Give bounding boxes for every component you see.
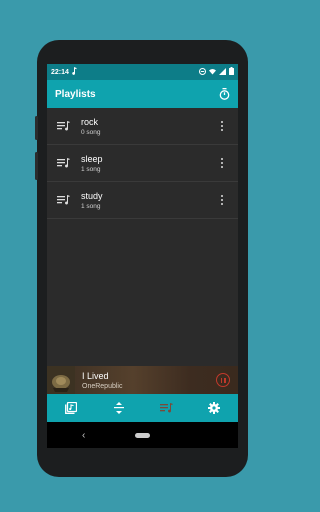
playlist-icon xyxy=(57,158,73,168)
home-pill[interactable] xyxy=(135,433,150,438)
now-playing-artist: OneRepublic xyxy=(82,382,123,390)
bottom-navigation xyxy=(47,394,238,422)
playlist-icon[interactable] xyxy=(155,397,177,419)
signal-icon xyxy=(219,67,226,77)
system-navigation-bar: ‹ xyxy=(47,422,238,448)
library-icon[interactable] xyxy=(60,397,82,419)
power-button xyxy=(35,152,38,180)
music-note-icon xyxy=(72,67,77,77)
more-options-icon[interactable] xyxy=(218,157,226,169)
sort-icon[interactable] xyxy=(108,397,130,419)
battery-icon xyxy=(229,67,234,77)
playlist-name: rock xyxy=(81,116,99,127)
app-bar: Playlists xyxy=(47,80,238,108)
pause-icon[interactable] xyxy=(216,373,230,387)
playlist-name: sleep xyxy=(81,153,103,164)
volume-button xyxy=(35,116,38,140)
playlist-song-count: 0 song xyxy=(81,128,101,136)
settings-icon[interactable] xyxy=(203,397,225,419)
dnd-icon xyxy=(199,67,206,77)
album-art xyxy=(47,366,75,394)
page-title: Playlists xyxy=(55,88,96,100)
wifi-icon xyxy=(209,68,216,77)
now-playing-title: I Lived xyxy=(82,370,109,381)
status-time: 22:14 xyxy=(51,68,69,76)
playlist-item-study[interactable]: study 1 song xyxy=(47,182,238,219)
playlist-name: study xyxy=(81,190,103,201)
screen: 22:14 Playlists rock 0 song sleep 1 song… xyxy=(47,64,238,448)
playlist-song-count: 1 song xyxy=(81,165,101,173)
more-options-icon[interactable] xyxy=(218,194,226,206)
playlist-icon xyxy=(57,121,73,131)
playlist-song-count: 1 song xyxy=(81,202,101,210)
more-options-icon[interactable] xyxy=(218,120,226,132)
status-icons xyxy=(199,67,234,77)
playlist-icon xyxy=(57,195,73,205)
status-bar: 22:14 xyxy=(47,64,238,80)
playlist-item-sleep[interactable]: sleep 1 song xyxy=(47,145,238,182)
mini-player[interactable]: I Lived OneRepublic xyxy=(47,366,238,394)
playlist-item-rock[interactable]: rock 0 song xyxy=(47,108,238,145)
back-icon[interactable]: ‹ xyxy=(82,430,85,441)
timer-icon[interactable] xyxy=(219,88,230,100)
playlist-list: rock 0 song sleep 1 song study 1 song xyxy=(47,108,238,219)
